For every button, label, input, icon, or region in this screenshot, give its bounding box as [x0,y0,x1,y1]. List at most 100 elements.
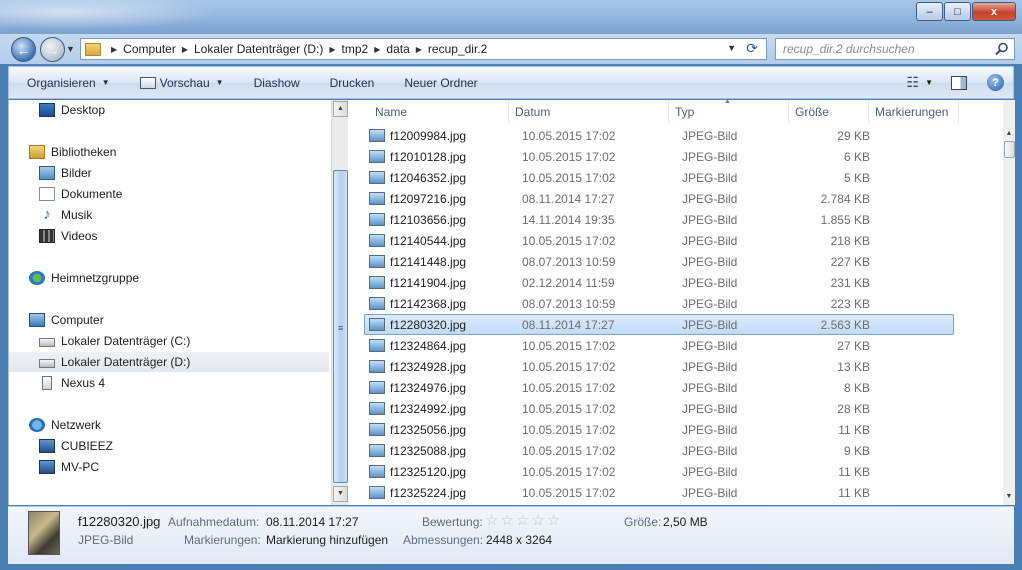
forward-button[interactable]: → [40,37,65,62]
file-date: 02.12.2014 11:59 [522,275,615,290]
new-folder-button[interactable]: Neuer Ordner [404,76,477,90]
table-row[interactable]: f12324928.jpg 10.05.2015 17:02 JPEG-Bild 13… [364,356,954,377]
print-button[interactable]: Drucken [330,76,375,90]
nav-item-network[interactable]: Netzwerk [9,415,329,435]
star-icon[interactable]: ☆ [531,512,546,529]
breadcrumb-tmp2[interactable]: tmp2 [342,42,369,56]
file-date: 10.05.2015 17:02 [522,170,616,185]
jpeg-image-icon [369,402,385,415]
table-row[interactable]: f12097216.jpg 08.11.2014 17:27 JPEG-Bild 2.… [364,188,954,209]
scroll-thumb[interactable]: ≡ [333,170,348,483]
nav-item-computer[interactable]: Computer [9,310,329,330]
table-row[interactable]: f12325056.jpg 10.05.2015 17:02 JPEG-Bild 11… [364,419,954,440]
column-label: Markierungen [875,105,949,119]
breadcrumb-computer[interactable]: Computer [123,42,176,56]
star-icon[interactable]: ☆ [500,512,515,529]
star-icon[interactable]: ☆ [485,512,500,529]
breadcrumb-drive-d[interactable]: Lokaler Datenträger (D:) [194,42,323,56]
view-details-icon[interactable]: ☷ [907,74,920,91]
column-size[interactable]: Größe [789,100,869,124]
address-history-dropdown[interactable]: ▼ [727,43,736,53]
file-type: JPEG-Bild [682,485,738,500]
file-type: JPEG-Bild [682,254,738,269]
preview-button[interactable]: Vorschau ▼ [139,75,224,90]
table-row[interactable]: f12141448.jpg 08.07.2013 10:59 JPEG-Bild 22… [364,251,954,272]
organize-button[interactable]: Organisieren ▼ [27,76,110,90]
file-size: 2.784 KB [820,191,870,206]
nav-item-documents[interactable]: Dokumente [9,184,329,204]
table-row[interactable]: f12142368.jpg 08.07.2013 10:59 JPEG-Bild 22… [364,293,954,314]
file-type: JPEG-Bild [682,422,738,437]
file-size: 27 KB [837,338,870,353]
folder-icon [85,42,101,56]
table-row[interactable]: f12140544.jpg 10.05.2015 17:02 JPEG-Bild 21… [364,230,954,251]
file-type: JPEG-Bild [682,149,738,164]
refresh-icon[interactable]: ⟳ [742,40,762,58]
detail-tags-value[interactable]: Markierung hinzufügen [266,533,388,547]
search-input[interactable]: recup_dir.2 durchsuchen [775,38,1015,60]
slideshow-button[interactable]: Diashow [254,76,300,90]
file-name: f12324992.jpg [390,401,467,416]
view-options-dropdown[interactable]: ▼ [925,78,933,87]
star-icon[interactable]: ☆ [547,512,562,529]
jpeg-image-icon [369,255,385,268]
breadcrumb-separator-icon[interactable]: ▶ [416,45,422,54]
recent-pages-dropdown[interactable]: ▼ [66,44,75,54]
nav-item-cubieez[interactable]: CUBIEEZ [9,436,329,456]
nav-item-music[interactable]: ♪ Musik [9,205,329,225]
scroll-thumb[interactable] [1004,141,1015,158]
preview-pane-icon[interactable] [951,75,967,90]
address-bar[interactable]: ▶ Computer ▶ Lokaler Datenträger (D:) ▶ … [80,38,767,60]
breadcrumb-separator-icon[interactable]: ▶ [111,45,117,54]
breadcrumb-recup-dir[interactable]: recup_dir.2 [428,42,487,56]
file-date: 10.05.2015 17:02 [522,401,616,416]
nav-item-desktop[interactable]: Desktop [9,100,329,120]
scroll-down-icon[interactable]: ▼ [1003,491,1015,503]
minimize-button[interactable]: – [916,2,943,21]
nav-item-drive-d[interactable]: Lokaler Datenträger (D:) [9,352,329,372]
nav-item-drive-c[interactable]: Lokaler Datenträger (C:) [9,331,329,351]
file-scrollbar[interactable]: ▲ ▼ [1003,100,1015,505]
maximize-button[interactable]: □ [944,2,971,21]
table-row[interactable]: f12325224.jpg 10.05.2015 17:02 JPEG-Bild 11… [364,482,954,503]
breadcrumb-separator-icon[interactable]: ▶ [182,45,188,54]
table-row[interactable]: f12325120.jpg 10.05.2015 17:02 JPEG-Bild 11… [364,461,954,482]
nav-label: MV-PC [61,460,100,474]
sort-up-icon: ▲ [724,100,731,105]
back-button[interactable]: ← [11,37,36,62]
nav-item-videos[interactable]: Videos [9,226,329,246]
table-row[interactable]: f12324992.jpg 10.05.2015 17:02 JPEG-Bild 28… [364,398,954,419]
column-name[interactable]: Name [369,100,509,124]
nav-item-homegroup[interactable]: Heimnetzgruppe [9,268,329,288]
column-date[interactable]: Datum [509,100,669,124]
star-icon[interactable]: ☆ [516,512,531,529]
rating-stars[interactable]: ☆☆☆☆☆ [485,511,562,529]
nav-item-pictures[interactable]: Bilder [9,163,329,183]
table-row[interactable]: f12324976.jpg 10.05.2015 17:02 JPEG-Bild 8 … [364,377,954,398]
table-row[interactable]: f12141904.jpg 02.12.2014 11:59 JPEG-Bild 23… [364,272,954,293]
scroll-up-icon[interactable]: ▲ [333,101,348,117]
nav-item-mv-pc[interactable]: MV-PC [9,457,329,477]
scroll-up-icon[interactable]: ▲ [1003,128,1015,140]
table-row[interactable]: f12325088.jpg 10.05.2015 17:02 JPEG-Bild 9 … [364,440,954,461]
column-type[interactable]: ▲ Typ [669,100,789,124]
breadcrumb-data[interactable]: data [386,42,409,56]
table-row[interactable]: f12324864.jpg 10.05.2015 17:02 JPEG-Bild 27… [364,335,954,356]
nav-item-libraries[interactable]: Bibliotheken [9,142,329,162]
nav-item-nexus[interactable]: Nexus 4 [9,373,329,393]
table-row[interactable]: f12010128.jpg 10.05.2015 17:02 JPEG-Bild 6 … [364,146,954,167]
preview-label: Vorschau [159,75,210,90]
nav-scrollbar[interactable]: ▲ ≡ ▼ [331,100,348,505]
table-row[interactable]: f12280320.jpg 08.11.2014 17:27 JPEG-Bild 2.… [364,314,954,335]
column-tags[interactable]: Markierungen [869,100,959,124]
search-icon[interactable] [995,42,1009,56]
table-row[interactable]: f12046352.jpg 10.05.2015 17:02 JPEG-Bild 5 … [364,167,954,188]
scroll-down-icon[interactable]: ▼ [333,486,348,502]
table-row[interactable]: f12009984.jpg 10.05.2015 17:02 JPEG-Bild 29… [364,125,954,146]
table-row[interactable]: f12103656.jpg 14.11.2014 19:35 JPEG-Bild 1.… [364,209,954,230]
help-icon[interactable]: ? [987,74,1004,91]
close-button[interactable]: x [972,2,1016,21]
breadcrumb-separator-icon[interactable]: ▶ [329,45,335,54]
chevron-down-icon: ▼ [215,78,224,87]
breadcrumb-separator-icon[interactable]: ▶ [374,45,380,54]
